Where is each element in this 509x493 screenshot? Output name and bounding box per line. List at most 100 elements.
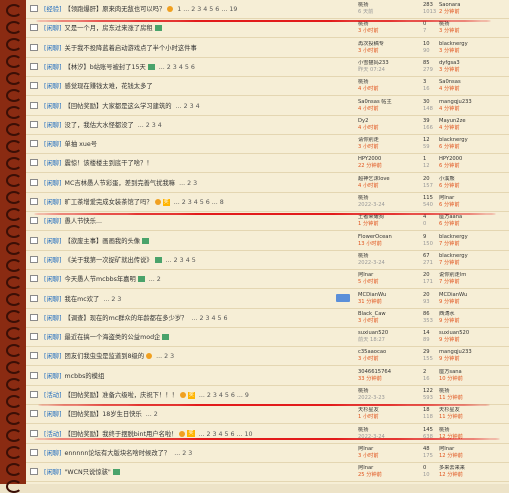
thread-title-text[interactable]: 【欲废主事】画画我的头像 [65,238,141,245]
author-name[interactable]: 桃扬 [358,253,418,260]
author-name[interactable]: 小雪猫妈233 [358,60,418,67]
thread-title[interactable]: [闲聊] 又是一个月，房东过来涨了房租 [44,22,354,35]
thread-title[interactable]: [闲聊] 【欲废主事】画画我的头像 [44,235,354,248]
thread-title[interactable]: [闲聊] 愚人节快乐... [44,215,354,228]
thread-title[interactable]: [闲聊] 【回帖奖励】大家都是这么学习建筑的 ... 2 3 4 [44,100,354,113]
thread-category[interactable]: [闲聊] [44,64,62,71]
thread-row[interactable]: [闲聊] 团友们我虫虫是监道到8级的... 2 3 c35aaocao 3 小时前 29… [26,347,509,367]
thread-row[interactable]: [闲聊] 最近在搞一个海盗类的公益mod企 suxiuan520 前天 18:27 14… [26,328,509,348]
thread-title-text[interactable]: ennnnn论坛有大版块名啥时候改了？ [65,450,171,457]
thread-row[interactable]: [闲聊] 没了，我估大水怪都没了... 2 3 4 Dy2 4 小时前 39 166 May… [26,116,509,135]
thread-category[interactable]: [闲聊] [44,469,62,476]
thread-category[interactable]: [闲聊] [44,180,62,187]
thread-title-text[interactable]: 【领跑爆肝】原来肉无敌也可以吗？ [65,6,166,13]
thread-category[interactable]: [闲聊] [44,450,62,457]
thread-title-text[interactable]: 没了，我估大水怪都没了 [65,122,134,129]
page-links[interactable]: ... 2 3 4 5 6 [159,64,195,71]
thread-title-text[interactable]: 单抽 xue号 [65,141,97,148]
thread-title-text[interactable]: 最近在搞一个海盗类的公益mod企 [65,334,161,341]
thread-title-text[interactable]: 【回帖奖励】18岁生日快乐 [65,411,142,418]
thread-title[interactable]: [闲聊] 最近在搞一个海盗类的公益mod企 [44,331,354,344]
thread-title-text[interactable]: 今天愚人节mcbbs年嘉明 [65,276,136,283]
thread-title[interactable]: [闲聊] 单抽 xue号 [44,138,354,151]
thread-title[interactable]: [闲聊] 震惊！该楼楼主到底干了啥？！ [44,157,354,170]
thread-category[interactable]: [闲聊] [44,218,62,225]
last-poster[interactable]: MCDianWu [439,292,509,299]
thread-category[interactable]: [闲聊] [44,315,62,322]
thread-category[interactable]: [闲聊] [44,411,62,418]
thread-title-text[interactable]: "WCN只说惊骇" [65,469,111,476]
author-name[interactable]: Dy2 [358,118,418,125]
last-post-time[interactable]: 11 分钟前 [439,395,509,402]
last-post-time[interactable]: 6 分钟前 [439,202,509,209]
thread-category[interactable]: [闲聊] [44,160,62,167]
thread-category[interactable]: [闲聊] [44,122,62,129]
last-poster[interactable]: blacknergy [439,41,509,48]
thread-title[interactable]: [闲聊] 没了，我估大水怪都没了 ... 2 3 4 [44,119,354,132]
last-poster[interactable]: 小溪熊 [439,176,509,183]
author-name[interactable]: FlowerOcean [358,234,418,241]
page-links[interactable]: ... 2 3 4 5 [166,257,196,264]
thread-row[interactable]: [闲聊] 感觉现在赚钱太难，花钱太多了 桃扬 4 小时前 3 16 Sa0nsas 4 分钟前 [26,77,509,97]
last-post-time[interactable]: 12 分钟前 [439,472,509,479]
thread-title-text[interactable]: 愚人节快乐... [65,218,103,225]
thread-category[interactable]: [闲聊] [44,103,62,110]
page-links[interactable]: ... 2 3 [103,296,121,303]
page-links[interactable]: ... 2 [149,276,161,283]
last-post-time[interactable]: 7 分钟前 [439,279,509,286]
last-post-time[interactable]: 4 分钟前 [439,125,509,132]
page-links[interactable]: ... 2 3 4 [138,122,162,129]
thread-row[interactable]: [活动] 【回帖奖励】准备六级啦，庆祝下！！！ 奖 ... 2 3 4 5 6 ...… [26,386,509,405]
thread-category[interactable]: [闲聊] [44,296,62,303]
thread-title[interactable]: [经验] 【领跑爆肝】原来肉无敌也可以吗？ 1 ... 2 3 4 5 6 ... … [44,3,354,16]
thread-title-text[interactable]: 【回帖奖励】大家都是这么学习建筑的 [65,103,172,110]
thread-title[interactable]: [闲聊] 关于我不投降蓝着启动游戏点了半个小时这件事 [44,42,354,55]
thread-title[interactable]: [闲聊] mcbbs的模组 [44,370,354,383]
thread-title-text[interactable]: 旷工茶增爱完成女装茶馆了吗？ [65,199,153,206]
thread-title-text[interactable]: 团友们我虫虫是监道到8级的 [65,353,145,360]
author-name[interactable]: 超神乞沫love [358,176,418,183]
author-name[interactable]: 桃扬 [358,2,418,9]
thread-row[interactable]: [闲聊] 今天愚人节mcbbs年嘉明... 2 阿Inar 5 小时前 20 171 说你别… [26,270,509,290]
last-poster[interactable]: 阿Inar [439,446,509,453]
thread-row[interactable]: [闲聊] 单抽 xue号 请你别走 3 小时前 12 59 blacknergy 6 分钟前 [26,135,509,155]
thread-row[interactable]: [闲聊] 【林汐】b站账号被封了15天 ... 2 3 4 5 6 小雪猫妈233 昨天… [26,58,509,77]
author-name[interactable]: Sa0nsas 帖主 [358,99,418,106]
last-post-time[interactable]: 6 分钟前 [439,144,509,151]
thread-row[interactable]: [闲聊] 【回帖奖励】大家都是这么学习建筑的 ... 2 3 4 Sa0nsas 帖主… [26,97,509,116]
last-post-time[interactable]: 3 分钟前 [439,67,509,74]
last-post-time[interactable]: 2 分钟前 [439,9,509,16]
thread-title-text[interactable]: 《关于我第一次捉矿就出传说》 [65,257,153,264]
last-post-time[interactable]: 9 分钟前 [439,299,509,306]
page-links[interactable]: ... 2 3 [174,450,192,457]
thread-title[interactable]: [闲聊] 【林汐】b站账号被封了15天 ... 2 3 4 5 6 [44,61,354,74]
last-poster[interactable]: blacknergy [439,253,509,260]
last-poster[interactable]: Saonara [439,2,509,9]
author-name[interactable]: 桃扬 [358,195,418,202]
last-poster[interactable]: blacknergy [439,234,509,241]
author-name[interactable]: 桃扬 [358,388,418,395]
thread-title[interactable]: [闲聊] 团友们我虫虫是监道到8级的 ... 2 3 [44,350,354,363]
author-name[interactable]: Black_Caw [358,311,418,318]
thread-category[interactable]: [活动] [44,392,62,399]
author-name[interactable]: MCDianWu [358,292,418,299]
page-links[interactable]: ... 2 3 [156,353,174,360]
thread-title[interactable]: [闲聊] 我在mc欢了... 2 3 [44,293,354,306]
thread-row[interactable]: [闲聊] 旷工茶增爱完成女装茶馆了吗？ 奖 ... 2 3 4 5 6 ... 8 桃扬… [26,193,509,212]
last-post-time[interactable]: 7 分钟前 [439,260,509,267]
thread-title-text[interactable]: 【回帖奖励】准备六级啦，庆祝下！！！ [65,392,178,399]
thread-title-text[interactable]: 【林汐】b站账号被封了15天 [65,64,146,71]
last-post-time[interactable]: 9 分钟前 [439,337,509,344]
thread-category[interactable]: [闲聊] [44,257,62,264]
thread-category[interactable]: [闲聊] [44,45,62,52]
thread-category[interactable]: [闲聊] [44,199,62,206]
thread-row[interactable]: [闲聊] 关于我不投降蓝着启动游戏点了半个小时这件事 再次投稿专 3 小时前 10 90 b… [26,39,509,58]
thread-row[interactable]: [闲聊] 我在mc欢了... 2 3 MCDianWu 31 分钟前 20 93 MCDia… [26,290,509,309]
thread-title[interactable]: [闲聊] 【回帖奖励】18岁生日快乐 ... 2 [44,408,354,421]
thread-row[interactable]: [闲聊] 【欲废主事】画画我的头像 FlowerOcean 13 小时前 9 150 bla… [26,232,509,251]
thread-row[interactable]: [闲聊] 震惊！该楼楼主到底干了啥？！ HPY2000 22 分钟前 1 12 HPY200… [26,154,509,174]
thread-row[interactable]: [闲聊] 【调查】现在的mc群众的年龄都在多少岁？... 2 3 4 5 6 Bla… [26,309,509,328]
thread-row[interactable]: [闲聊] 又是一个月，房东过来涨了房租 桃扬 3 小时前 0 7 桃扬 3 分钟前 [26,19,509,39]
thread-title[interactable]: [闲聊] 今天愚人节mcbbs年嘉明 ... 2 [44,273,354,286]
thread-row[interactable]: [活动] 【回帖奖励】我终于摆脱bint用户名啦！ 奖 ... 2 3 4 5 6 .… [26,425,509,444]
